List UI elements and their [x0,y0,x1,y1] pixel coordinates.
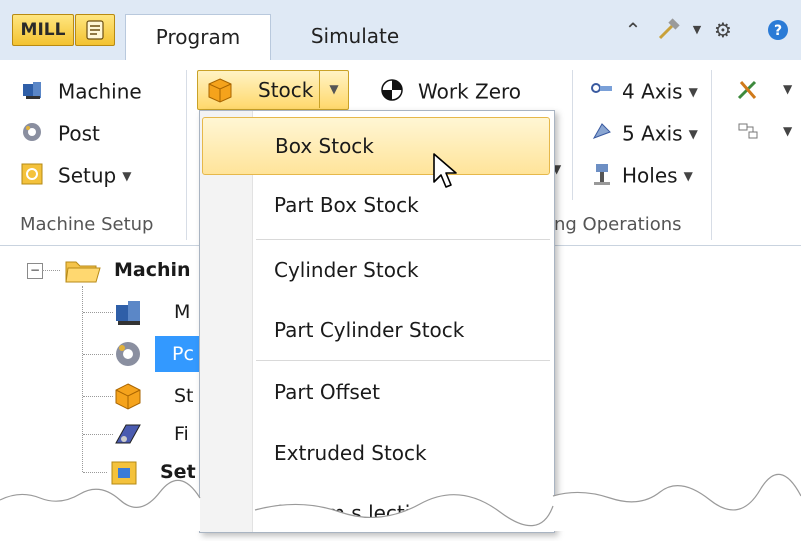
tree-item-stock[interactable]: St [174,378,194,414]
stock-button-label: Stock [258,78,314,102]
post-icon [116,342,140,366]
chevron-down-icon: ▼ [688,84,698,99]
wizard-icon [86,20,104,40]
stock-dropdown-arrow[interactable]: ▼ [319,70,348,108]
wizard-button[interactable] [75,14,115,46]
chevron-down-icon: ▼ [122,168,132,183]
pattern-icon [738,123,758,139]
tree-connector [42,270,60,271]
holes-button[interactable]: Holes ▼ [590,158,693,190]
machine-button[interactable]: Machine [20,74,142,106]
drill-icon [594,163,610,185]
menu-separator [256,360,550,361]
tab-program[interactable]: Program [125,14,271,61]
tree-connector [83,354,113,355]
tree-root-label[interactable]: Machin [114,252,191,288]
minimize-ribbon-icon[interactable]: ⌃ [620,18,646,42]
menu-separator [256,239,550,240]
chevron-down-icon: ▼ [783,124,793,138]
stock-icon [208,78,232,103]
menu-item-part-cylinder-stock[interactable]: Part Cylinder Stock [202,302,552,358]
tree-item-fixture[interactable]: Fi [174,416,189,452]
group-separator [572,70,573,200]
5-axis-icon [592,122,611,139]
tools-button[interactable]: ▼ [735,78,795,102]
chevron-down-icon: ▼ [688,126,698,141]
torn-edge [0,473,801,531]
help-icon[interactable]: ? [765,18,791,42]
chevron-down-icon[interactable]: ▼ [684,18,710,42]
group-separator [711,70,712,240]
4-axis-icon [591,82,612,93]
chevron-down-icon: ▼ [783,82,793,96]
4-axis-button[interactable]: 4 Axis ▼ [590,74,698,106]
tree-connector [82,286,83,472]
5-axis-button[interactable]: 5 Axis ▼ [590,116,698,148]
pattern-button[interactable]: ▼ [735,120,795,144]
menu-item-part-offset[interactable]: Part Offset [202,364,552,420]
folder-icon [65,261,101,283]
tools-icon [737,80,757,100]
tree-connector [83,396,113,397]
machine-icon [23,81,41,99]
hammer-icon[interactable] [656,18,682,42]
tree-connector [83,312,113,313]
tree-collapse-toggle[interactable]: − [27,263,43,279]
work-zero-icon [381,78,403,101]
post-icon [23,122,41,141]
tree-connector [83,434,113,435]
svg-text:?: ? [774,23,782,39]
group-separator [186,70,187,240]
mouse-cursor-icon [433,153,457,188]
post-button[interactable]: Post [20,116,100,148]
gear-icon[interactable]: ⚙ [710,18,736,42]
menu-item-part-box-stock[interactable]: Part Box Stock [202,177,552,233]
menu-item-box-stock[interactable]: Box Stock [202,117,550,175]
work-zero-button[interactable]: Work Zero [380,74,521,106]
tree-item-machine[interactable]: M [174,294,190,330]
tab-simulate[interactable]: Simulate [300,14,410,60]
setup-icon [21,163,43,184]
stock-icon [115,383,141,410]
chevron-down-icon: ▼ [683,168,693,183]
chevron-down-icon: ▼ [329,82,339,96]
fixture-icon [115,424,141,444]
mill-application-button[interactable]: MILL [12,14,74,46]
group-label-machine-setup: Machine Setup [20,214,154,235]
setup-button[interactable]: Setup ▼ [20,158,131,190]
group-label-operations: ng Operations [554,214,682,235]
machine-icon [116,301,140,325]
menu-item-cylinder-stock[interactable]: Cylinder Stock [202,242,552,298]
